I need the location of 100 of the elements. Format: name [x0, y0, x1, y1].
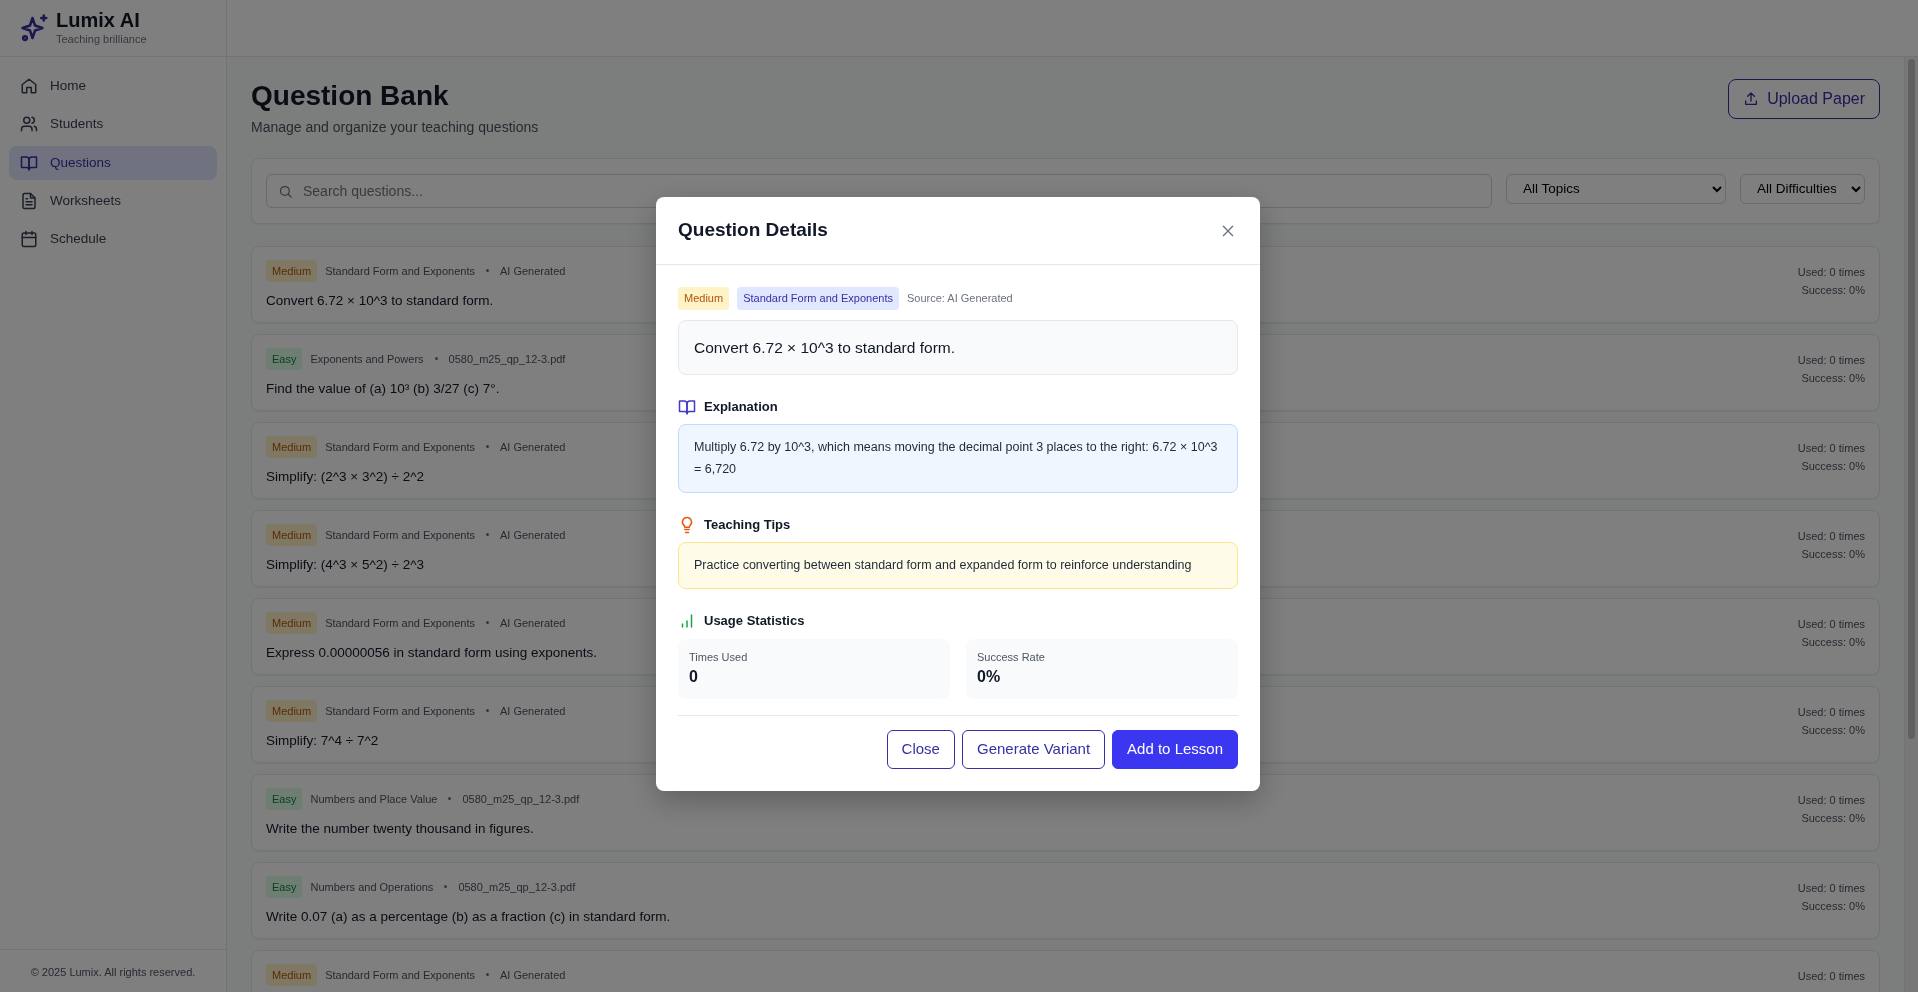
difficulty-tag: Easy [266, 347, 303, 371]
book-icon [20, 153, 38, 172]
page-title: Question Bank [251, 79, 450, 113]
topic-text: Numbers and Operations [310, 879, 434, 895]
source-text: 0580_m25_qp_12-3.pdf [448, 351, 566, 367]
stat-label: Success Rate [977, 649, 1046, 665]
sidebar-item[interactable]: Home [9, 69, 217, 104]
people-icon [20, 115, 38, 134]
usage-count: Used: 0 times [1797, 880, 1865, 896]
topic-text: Standard Form and Exponents [325, 703, 475, 719]
sparkle-logo-icon [20, 13, 50, 43]
source-text: AI Generated [499, 967, 566, 983]
question-card[interactable]: Easy Numbers and Operations 0580_m25_qp_12-3.pdf Write 0.07 (a) as a percentage (b) as a fraction (c) in standard form. Used: 0 times Success: 0% [251, 861, 1880, 939]
separator-dot [485, 269, 489, 273]
usage-count: Used: 0 times [1797, 352, 1865, 368]
sidebar-item[interactable]: Questions [9, 145, 217, 180]
question-text: Convert 6.72 × 10^3 to standard form. [266, 292, 495, 311]
topic-text: Standard Form and Exponents [325, 967, 475, 983]
separator-dot [485, 533, 489, 537]
question-text: Express 0.00000056 in standard form using exponents. [266, 644, 597, 663]
question-text: Find the value of (a) 10³ (b) 3/27 (c) 7°. [266, 380, 501, 399]
success-rate: Success: 0% [1800, 546, 1865, 562]
separator-dot [444, 885, 448, 889]
difficulty-tag: Easy [266, 875, 303, 899]
section-heading: Usage Statistics [704, 612, 805, 630]
sidebar-item[interactable]: Schedule [9, 222, 217, 257]
question-text: Convert 6.72 × 10^3 to standard form. [678, 319, 1238, 375]
topic-text: Exponents and Powers [310, 351, 424, 367]
success-rate: Success: 0% [1800, 810, 1865, 826]
separator-dot [448, 797, 452, 801]
document-icon [20, 191, 38, 210]
stat-value: 0 [689, 667, 699, 687]
separator-dot [434, 357, 438, 361]
modal-title: Question Details [678, 218, 828, 243]
dialog-button[interactable]: Generate Variant [961, 730, 1106, 769]
difficulty-select[interactable]: All Difficulties [1740, 173, 1865, 204]
success-rate: Success: 0% [1800, 722, 1865, 738]
topic-text: Numbers and Place Value [310, 791, 438, 807]
home-icon [20, 77, 38, 96]
topic-tag: Standard Form and Exponents [737, 287, 899, 310]
usage-count: Used: 0 times [1797, 264, 1865, 280]
source-text: 0580_m25_qp_12-3.pdf [462, 791, 580, 807]
separator-dot [485, 709, 489, 713]
topic-text: Standard Form and Exponents [325, 527, 475, 543]
separator-dot [485, 621, 489, 625]
page-subtitle: Manage and organize your teaching questions [251, 117, 539, 137]
usage-count: Used: 0 times [1797, 792, 1865, 808]
separator-dot [485, 445, 489, 449]
difficulty-tag: Medium [266, 523, 318, 547]
copyright-text: © 2025 Lumix. All rights reserved. [0, 948, 226, 992]
usage-count: Used: 0 times [1797, 616, 1865, 632]
difficulty-tag: Easy [266, 787, 303, 811]
source-text: AI Generated [499, 439, 566, 455]
success-rate: Success: 0% [1800, 898, 1865, 914]
explanation-text: Multiply 6.72 by 10^3, which means moving the decimal point 3 places to the right: 6.72 × 10^3 = 6,720 [678, 424, 1238, 493]
topic-select[interactable]: All Topics [1506, 173, 1726, 204]
success-rate: Success: 0% [1800, 370, 1865, 386]
add-to-lesson-button[interactable]: Add to Lesson [1112, 730, 1238, 769]
question-text: Simplify: (4^3 × 5^2) ÷ 2^3 [266, 556, 426, 575]
source-text: Source: AI Generated [906, 291, 1013, 306]
usage-count: Used: 0 times [1797, 968, 1865, 984]
source-text: AI Generated [499, 263, 566, 279]
source-text: AI Generated [499, 527, 566, 543]
question-card[interactable]: Easy Numbers and Place Value 0580_m25_qp_12-3.pdf Write the number twenty thousand in figures. Used: 0 times Success: 0% [251, 773, 1880, 851]
question-text: Simplify: (2^3 × 3^2) ÷ 2^2 [266, 468, 426, 487]
source-text: 0580_m25_qp_12-3.pdf [458, 879, 576, 895]
usage-count: Used: 0 times [1797, 704, 1865, 720]
question-text: Write the number twenty thousand in figures. [266, 820, 535, 839]
difficulty-tag: Medium [266, 611, 318, 635]
separator-dot [485, 973, 489, 977]
difficulty-tag: Medium [266, 699, 318, 723]
question-card[interactable]: Medium Standard Form and Exponents AI Generated Used: 0 times [251, 949, 1880, 992]
difficulty-tag: Medium [678, 287, 730, 310]
stat-value: 0% [977, 667, 1002, 687]
source-text: AI Generated [499, 703, 566, 719]
section-heading: Teaching Tips [704, 515, 791, 534]
question-text: Write 0.07 (a) as a percentage (b) as a fraction (c) in standard form. [266, 908, 671, 927]
source-text: AI Generated [499, 615, 566, 631]
difficulty-tag: Medium [266, 435, 318, 459]
difficulty-tag: Medium [266, 259, 318, 283]
sidebar-item[interactable]: Worksheets [9, 183, 217, 218]
stat-label: Times Used [689, 649, 749, 665]
usage-count: Used: 0 times [1797, 440, 1865, 456]
topic-text: Standard Form and Exponents [325, 439, 475, 455]
scrollbar[interactable] [1904, 57, 1918, 992]
teaching-tip-text: Practice converting between standard form and expanded form to reinforce understanding [678, 542, 1238, 589]
success-rate: Success: 0% [1800, 282, 1865, 298]
difficulty-tag: Medium [266, 963, 318, 987]
brand-name: Lumix AI [56, 8, 141, 31]
topic-text: Standard Form and Exponents [325, 615, 475, 631]
section-heading: Explanation [704, 397, 778, 416]
question-text: Simplify: 7^4 ÷ 7^2 [266, 732, 380, 751]
calendar-icon [20, 230, 38, 249]
upload-icon [1743, 91, 1760, 107]
brand-tagline: Teaching brilliance [56, 31, 147, 47]
sidebar-item[interactable]: Students [9, 107, 217, 142]
upload-button[interactable]: Upload Paper [1728, 79, 1880, 119]
topic-text: Standard Form and Exponents [325, 263, 475, 279]
dialog-button[interactable]: Close [886, 730, 955, 769]
usage-count: Used: 0 times [1797, 528, 1865, 544]
